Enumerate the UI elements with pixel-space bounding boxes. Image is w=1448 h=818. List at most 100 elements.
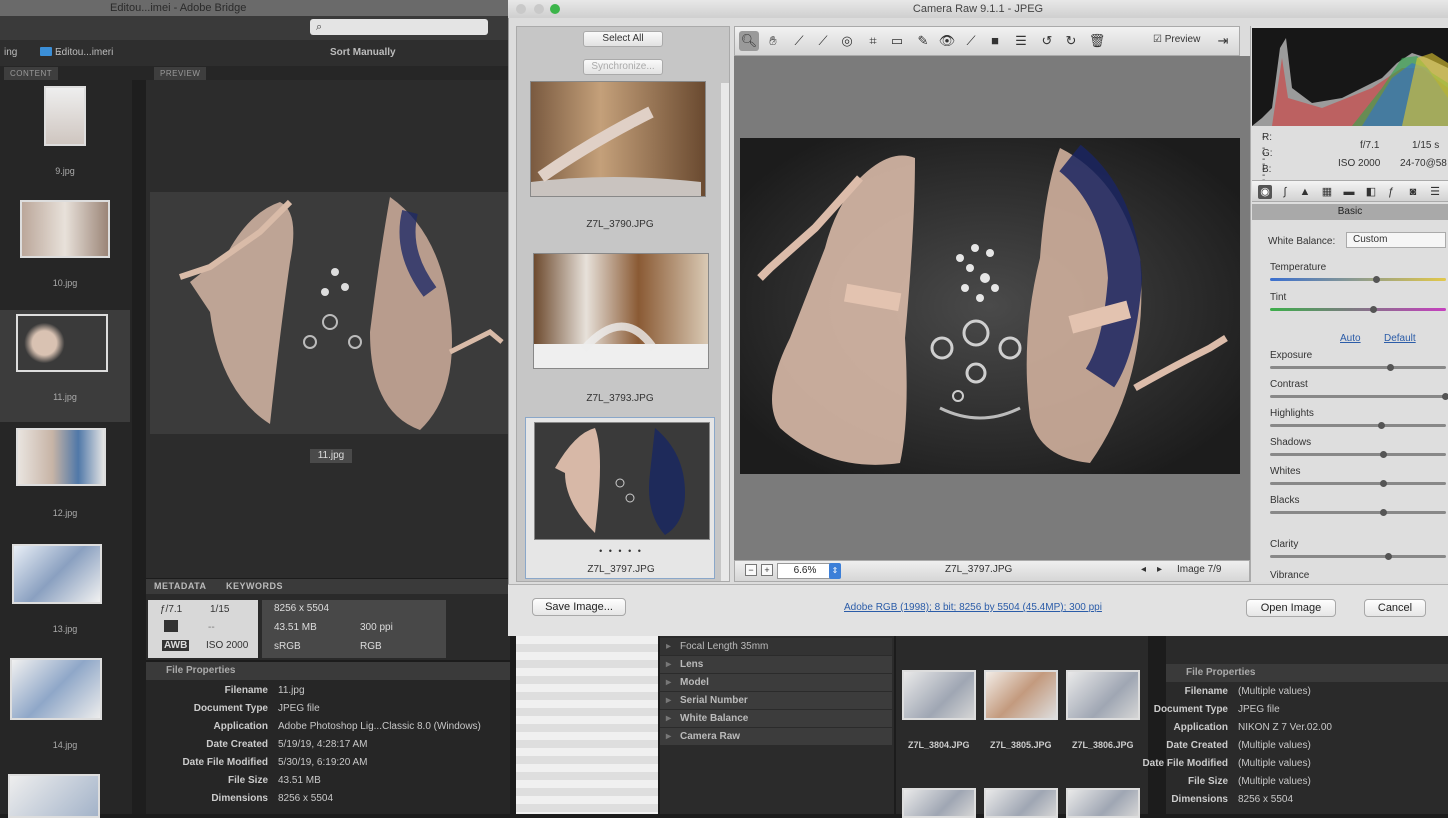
spot-removal-icon[interactable]: ✎: [913, 31, 933, 51]
section-white-balance[interactable]: White Balance: [660, 710, 892, 727]
histogram-readout: R: --- G: --- B: --- f/7.1 1/15 s ISO 20…: [1252, 128, 1448, 197]
slider-label: Clarity: [1270, 539, 1299, 550]
main-preview-image[interactable]: [740, 138, 1240, 474]
save-image-button[interactable]: Save Image...: [532, 598, 626, 616]
breadcrumb-root[interactable]: ing: [4, 40, 17, 66]
thumbnail-cell-selected[interactable]: 11.jpg: [0, 310, 130, 422]
red-eye-icon[interactable]: 👁︎: [937, 31, 957, 51]
zoom-in-button[interactable]: +: [761, 564, 773, 576]
hsl-tab-icon[interactable]: ▦: [1320, 185, 1334, 199]
zoom-tool-icon[interactable]: 🔍︎: [739, 31, 759, 51]
slider-label: Temperature: [1270, 262, 1327, 273]
fx-tab-icon[interactable]: ƒ: [1384, 185, 1398, 199]
synchronize-button[interactable]: Synchronize...: [583, 59, 663, 75]
tone-curve-tab-icon[interactable]: ∫: [1278, 185, 1292, 199]
zoom-stepper-icon[interactable]: ⇕: [829, 563, 841, 579]
section-model[interactable]: Model: [660, 674, 892, 691]
grid-thumbnail[interactable]: [902, 670, 976, 720]
lens-corrections-tab-icon[interactable]: ◧: [1364, 185, 1378, 199]
zoom-out-button[interactable]: −: [745, 564, 757, 576]
preview-checkbox[interactable]: ☑ Preview: [1153, 34, 1200, 45]
previous-image-icon[interactable]: ◂: [1141, 564, 1146, 575]
open-image-button[interactable]: Open Image: [1246, 599, 1336, 617]
targeted-adjustment-icon[interactable]: ◎: [837, 31, 857, 51]
detail-tab-icon[interactable]: ▲: [1298, 185, 1312, 199]
graduated-filter-icon[interactable]: ■: [985, 31, 1005, 51]
rating-dots[interactable]: • • • • •: [526, 546, 716, 556]
thumbnail-cell[interactable]: 10.jpg: [0, 194, 130, 306]
auto-link[interactable]: Auto: [1340, 333, 1361, 344]
workflow-options-link[interactable]: Adobe RGB (1998); 8 bit; 8256 by 5504 (4…: [844, 602, 1102, 613]
thumbnail-cell[interactable]: 12.jpg: [0, 424, 130, 536]
tab-keywords[interactable]: KEYWORDS: [226, 581, 283, 591]
slider-track[interactable]: [1270, 480, 1446, 487]
basic-tab-icon[interactable]: ◉: [1258, 185, 1272, 199]
straighten-tool-icon[interactable]: ▭: [887, 31, 907, 51]
shoe-photo: [531, 106, 701, 196]
cancel-button[interactable]: Cancel: [1364, 599, 1426, 617]
thumbnail-cell[interactable]: 13.jpg: [0, 538, 130, 650]
bridge-search-input[interactable]: ⌕: [310, 19, 488, 35]
thumbnail-cell[interactable]: 9.jpg: [0, 80, 130, 192]
content-scrollbar[interactable]: [132, 80, 146, 814]
file-properties-header[interactable]: File Properties: [1166, 664, 1448, 682]
split-toning-tab-icon[interactable]: ▬: [1342, 185, 1356, 199]
rotate-left-icon[interactable]: ↺: [1037, 31, 1057, 51]
breadcrumb-folder[interactable]: Editou...imeri ›: [40, 40, 113, 66]
next-image-icon[interactable]: ▸: [1157, 564, 1162, 575]
white-balance-tool-icon[interactable]: ⟋: [789, 31, 809, 51]
slider-track[interactable]: [1270, 451, 1446, 458]
slider-thumb[interactable]: [1442, 393, 1448, 400]
aperture-value: ƒ/7.1: [160, 604, 183, 615]
file-properties-header[interactable]: File Properties: [146, 662, 510, 680]
filmstrip-item[interactable]: Z7L_3793.JPG: [525, 249, 715, 411]
grid-thumbnail[interactable]: [984, 670, 1058, 720]
slider-track[interactable]: [1270, 393, 1448, 400]
slider-thumb[interactable]: [1370, 306, 1377, 313]
crop-tool-icon[interactable]: ⌗: [863, 31, 883, 51]
hand-tool-icon[interactable]: ✋︎: [763, 31, 783, 51]
zoom-level-field[interactable]: 6.6%: [777, 563, 833, 579]
presets-tab-icon[interactable]: ☰: [1428, 185, 1442, 199]
slider-track[interactable]: [1270, 364, 1446, 371]
filmstrip-item[interactable]: Z7L_3790.JPG: [525, 79, 715, 241]
camera-calibration-tab-icon[interactable]: ◙: [1406, 185, 1420, 199]
slider-thumb[interactable]: [1380, 509, 1387, 516]
section-lens[interactable]: Lens: [660, 656, 892, 673]
camera-raw-title-bar: Camera Raw 9.1.1 - JPEG: [508, 0, 1448, 18]
slider-thumb[interactable]: [1380, 451, 1387, 458]
rotate-right-icon[interactable]: ↻: [1061, 31, 1081, 51]
adjustment-brush-icon[interactable]: ⟋: [961, 31, 981, 51]
filmstrip-item-selected[interactable]: • • • • • Z7L_3797.JPG: [525, 417, 715, 579]
tab-preview[interactable]: PREVIEW: [154, 67, 207, 80]
tab-metadata[interactable]: METADATA: [154, 581, 207, 591]
slider-track[interactable]: [1270, 276, 1446, 283]
slider-thumb[interactable]: [1373, 276, 1380, 283]
trash-icon[interactable]: 🗑︎: [1087, 31, 1107, 51]
white-balance-dropdown[interactable]: Custom: [1346, 232, 1446, 248]
slider-track[interactable]: [1270, 553, 1446, 560]
slider-thumb[interactable]: [1380, 480, 1387, 487]
sort-dropdown[interactable]: Sort Manually: [330, 40, 396, 66]
thumbnail-cell[interactable]: 14.jpg: [0, 654, 130, 766]
slider-track[interactable]: [1270, 422, 1446, 429]
select-all-button[interactable]: Select All: [583, 31, 663, 47]
slider-label: Exposure: [1270, 350, 1313, 361]
minimize-window-icon[interactable]: [534, 4, 544, 14]
fullscreen-icon[interactable]: ⇥: [1213, 31, 1233, 51]
slider-track[interactable]: [1270, 306, 1446, 313]
close-window-icon[interactable]: [516, 4, 526, 14]
slider-thumb[interactable]: [1378, 422, 1385, 429]
default-link[interactable]: Default: [1384, 333, 1416, 344]
section-camera-raw[interactable]: Camera Raw: [660, 728, 892, 745]
color-sampler-icon[interactable]: ⟋: [813, 31, 833, 51]
thumbnail-image[interactable]: [8, 774, 100, 818]
slider-thumb[interactable]: [1387, 364, 1394, 371]
slider-thumb[interactable]: [1385, 553, 1392, 560]
preferences-icon[interactable]: ☰: [1011, 31, 1031, 51]
tab-content[interactable]: CONTENT: [4, 67, 59, 80]
zoom-window-icon[interactable]: [550, 4, 560, 14]
slider-track[interactable]: [1270, 509, 1446, 516]
section-serial-number[interactable]: Serial Number: [660, 692, 892, 709]
filmstrip-scrollbar[interactable]: [721, 83, 729, 581]
